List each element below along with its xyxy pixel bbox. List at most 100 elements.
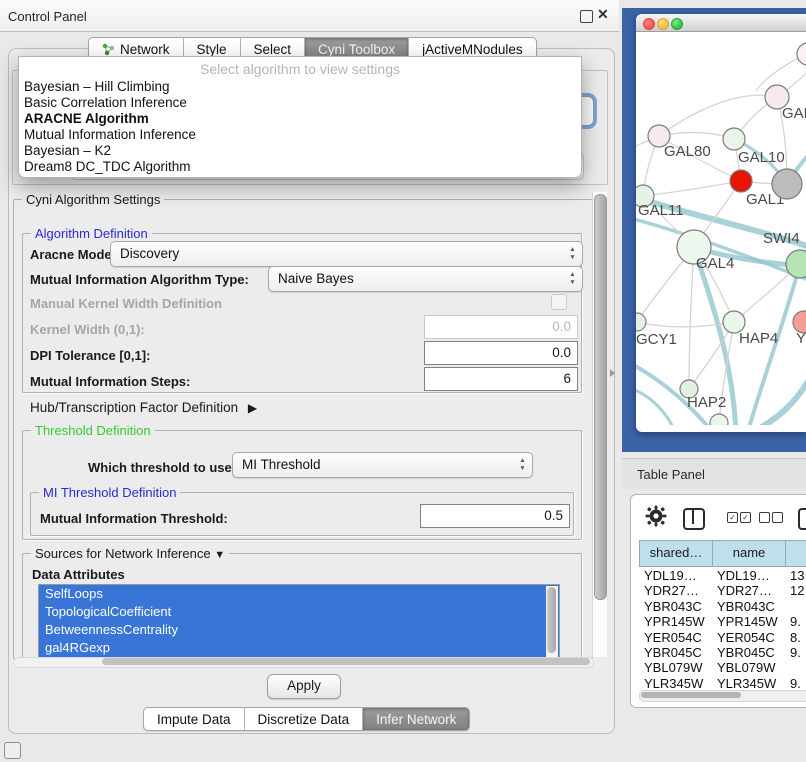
sources-toggle[interactable]: Sources for Network Inference ▼ — [31, 546, 229, 561]
split-columns-icon[interactable] — [683, 508, 705, 530]
column-header-shared[interactable]: shared… — [639, 540, 713, 567]
network-node[interactable] — [772, 169, 802, 199]
table-cell[interactable]: YPR145W — [717, 614, 778, 629]
gear-icon[interactable] — [645, 505, 667, 527]
table-cell[interactable]: YER054C — [717, 630, 775, 645]
hub-section-toggle[interactable]: Hub/Transcription Factor Definition ▶ — [30, 400, 257, 415]
table-cell[interactable]: YER054C — [644, 630, 702, 645]
data-attributes-list[interactable]: SelfLoopsTopologicalCoefficientBetweenne… — [38, 584, 560, 660]
tab-impute-data[interactable]: Impute Data — [144, 708, 245, 730]
table-cell[interactable]: 12 — [790, 583, 804, 598]
node-label: GAL11 — [638, 202, 684, 219]
float-icon[interactable] — [580, 10, 593, 23]
table-cell[interactable]: YLR345W — [644, 676, 703, 690]
network-canvas[interactable]: GALGAL80GAL10GAL1GAL11GAL4SWI4GCY1HAP4YH… — [636, 31, 806, 425]
manual-kernel-checkbox[interactable] — [551, 294, 567, 310]
mi-type-value: Naive Bayes — [278, 271, 354, 286]
algorithm-option-bayesian-k2[interactable]: Bayesian – K2 — [19, 143, 581, 159]
network-edge[interactable] — [689, 247, 694, 389]
tab-label: Select — [254, 42, 292, 57]
table-cell[interactable]: YBR043C — [644, 599, 702, 614]
algorithm-option-aracne-algorithm[interactable]: ARACNE Algorithm — [19, 111, 581, 127]
table-cell[interactable]: YPR145W — [644, 614, 705, 629]
mi-type-combobox[interactable]: Naive Bayes ▲▼ — [268, 266, 583, 292]
kernel-width-field[interactable]: 0.0 — [424, 315, 578, 339]
table-cell[interactable]: YBR045C — [644, 645, 702, 660]
algorithm-option-mutual-information-inference[interactable]: Mutual Information Inference — [19, 127, 581, 143]
mi-steps-field[interactable]: 6 — [424, 367, 578, 391]
zoom-traffic-light-icon[interactable] — [671, 18, 683, 30]
column-header-partial[interactable] — [785, 540, 806, 567]
node-label: GAL — [782, 105, 806, 122]
node-label: GAL80 — [664, 143, 711, 160]
tab-infer-network[interactable]: Infer Network — [363, 708, 469, 730]
node-table[interactable]: shared…nameYDL19…YDL19…13YDR27…YDR27…12Y… — [639, 540, 806, 690]
table-cell[interactable]: 13 — [790, 568, 804, 583]
table-cell[interactable]: YBR045C — [717, 645, 775, 660]
settings-vertical-scrollbar[interactable] — [592, 192, 607, 657]
table-cell[interactable]: YBR043C — [717, 599, 775, 614]
attribute-item-topologicalcoefficient[interactable]: TopologicalCoefficient — [39, 603, 559, 621]
table-cell[interactable]: YDL19… — [717, 568, 770, 583]
table-cell[interactable]: 9. — [790, 614, 801, 629]
attribute-item-betweennesscentrality[interactable]: BetweennessCentrality — [39, 621, 559, 639]
network-node-gcy1[interactable] — [636, 313, 646, 331]
group-title: Algorithm Definition — [31, 226, 152, 241]
network-node-gal1[interactable] — [730, 170, 752, 192]
minimize-traffic-light-icon[interactable] — [657, 18, 669, 30]
algorithm-option-bayesian-hill-climbing[interactable]: Bayesian – Hill Climbing — [19, 79, 581, 95]
which-threshold-combobox[interactable]: MI Threshold ▲▼ — [232, 452, 533, 478]
algorithm-option-basic-correlation-inference[interactable]: Basic Correlation Inference — [19, 95, 581, 111]
stepper-arrows-icon: ▲▼ — [568, 246, 577, 262]
network-window-titlebar[interactable] — [636, 14, 806, 32]
settings-horizontal-scrollbar[interactable] — [13, 657, 594, 668]
network-edge[interactable] — [636, 387, 674, 425]
attribute-item-gal4rgexp[interactable]: gal4RGexp — [39, 639, 559, 657]
close-icon[interactable]: ✕ — [597, 6, 609, 23]
tab-label: Style — [197, 42, 227, 57]
table-cell[interactable]: YBL079W — [644, 660, 703, 675]
column-header-name[interactable]: name — [712, 540, 786, 567]
mi-type-label: Mutual Information Algorithm Type: — [30, 272, 249, 287]
table-cell[interactable]: 8. — [790, 630, 801, 645]
bottom-tabs: Impute DataDiscretize DataInfer Network — [143, 707, 470, 731]
dpi-tolerance-field[interactable]: 0.0 — [424, 341, 578, 365]
network-edge[interactable] — [636, 361, 710, 425]
table-panel-title: Table Panel — [637, 467, 705, 482]
which-threshold-value: MI Threshold — [242, 457, 321, 472]
close-traffic-light-icon[interactable] — [643, 18, 655, 30]
mi-threshold-field[interactable]: 0.5 — [420, 504, 570, 528]
partial-table-icon[interactable] — [798, 508, 806, 530]
table-cell[interactable]: YDR27… — [644, 583, 699, 598]
table-cell[interactable]: YBL079W — [717, 660, 776, 675]
panel-title: Control Panel — [8, 9, 87, 24]
tab-discretize-data[interactable]: Discretize Data — [245, 708, 364, 730]
table-cell[interactable]: YDL19… — [644, 568, 697, 583]
list-scrollbar[interactable] — [546, 586, 558, 658]
table-cell[interactable]: 9. — [790, 645, 801, 660]
network-node-gal10[interactable] — [723, 128, 745, 150]
table-horizontal-scrollbar[interactable] — [639, 690, 806, 702]
table-cell[interactable]: YLR345W — [717, 676, 776, 690]
network-edge[interactable] — [758, 375, 806, 425]
table-cell[interactable]: 9. — [790, 676, 801, 690]
unchecked-pair-icon[interactable] — [759, 512, 785, 527]
apply-button[interactable]: Apply — [267, 674, 341, 699]
attribute-item-selfloops[interactable]: SelfLoops — [39, 585, 559, 603]
sources-title: Sources for Network Inference — [35, 546, 211, 561]
collapse-down-icon: ▼ — [214, 549, 225, 561]
network-edge[interactable] — [659, 95, 777, 136]
table-cell[interactable]: YDR27… — [717, 583, 772, 598]
network-window[interactable]: GALGAL80GAL10GAL1GAL11GAL4SWI4GCY1HAP4YH… — [636, 14, 806, 432]
node-label: Y — [796, 330, 806, 347]
checked-pair-icon[interactable]: ✓✓ — [727, 512, 753, 527]
network-edge[interactable] — [643, 181, 741, 196]
docked-panel-icon[interactable] — [4, 742, 21, 759]
network-node[interactable] — [710, 414, 728, 425]
algorithm-option-dream8-dc-tdc-algorithm[interactable]: Dream8 DC_TDC Algorithm — [19, 159, 581, 175]
network-node[interactable] — [797, 43, 806, 65]
data-attributes-label: Data Attributes — [32, 567, 125, 582]
network-edge[interactable] — [636, 217, 806, 283]
panel-divider-grip[interactable] — [610, 369, 615, 377]
aracne-mode-combobox[interactable]: Discovery ▲▼ — [110, 241, 583, 267]
